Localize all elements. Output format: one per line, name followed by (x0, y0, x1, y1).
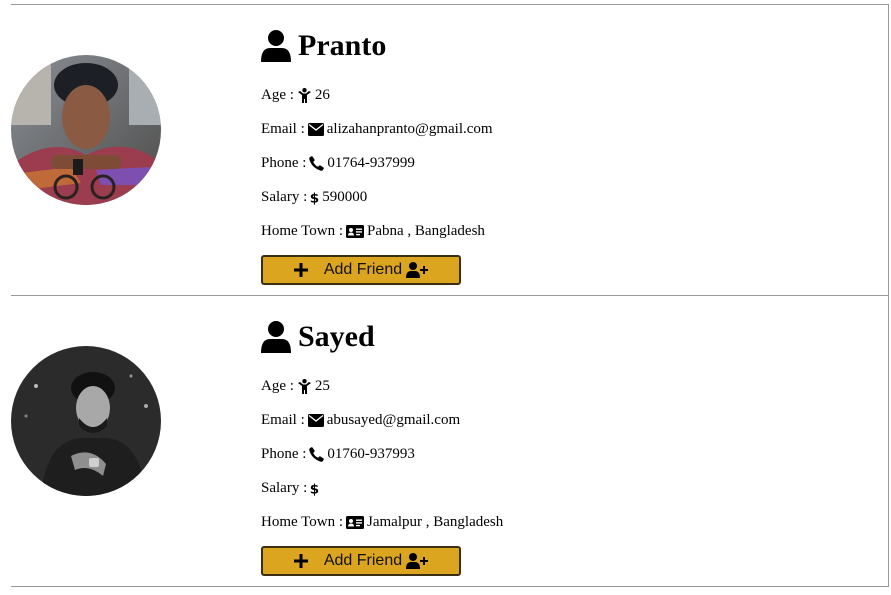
salary-label: Salary : (261, 479, 308, 496)
salary-value: 590000 (322, 188, 368, 205)
profile-name-row: Sayed (261, 320, 375, 354)
plus-icon (293, 554, 308, 568)
age-label: Age : (261, 86, 294, 103)
profile-card: Pranto Age : 26 Email : alizahanpranto@g… (11, 4, 889, 296)
id-card-icon (346, 224, 365, 238)
hometown-label: Home Town : (261, 513, 344, 530)
avatar (11, 346, 161, 496)
hometown-label: Home Town : (261, 222, 344, 239)
envelope-icon (307, 413, 324, 427)
dollar-icon: $ (310, 481, 319, 496)
phone-label: Phone : (261, 154, 307, 171)
svg-text:$: $ (310, 190, 319, 205)
phone-field: Phone : 01760-937993 (261, 444, 415, 464)
user-plus-icon (406, 553, 429, 569)
hometown-field: Home Town : Pabna , Bangladesh (261, 221, 485, 241)
age-field: Age : 25 (261, 376, 330, 396)
email-value: abusayed@gmail.com (326, 411, 461, 428)
phone-label: Phone : (261, 445, 307, 462)
svg-text:$: $ (310, 481, 319, 496)
salary-field: Salary : $ (261, 478, 322, 498)
user-icon (261, 30, 291, 62)
dollar-icon: $ (310, 190, 319, 205)
hometown-value: Jamalpur , Bangladesh (367, 513, 504, 530)
profile-card: Sayed Age : 25 Email : abusayed@gmail.co… (11, 295, 889, 587)
phone-icon (309, 446, 325, 462)
age-value: 25 (314, 377, 330, 394)
child-icon (297, 87, 311, 103)
id-card-icon (346, 515, 365, 529)
child-icon (297, 378, 311, 394)
user-icon (261, 321, 291, 353)
phone-value: 01760-937993 (327, 445, 415, 462)
phone-value: 01764-937999 (327, 154, 415, 171)
email-label: Email : (261, 120, 305, 137)
hometown-field: Home Town : Jamalpur , Bangladesh (261, 512, 503, 532)
email-label: Email : (261, 411, 305, 428)
phone-icon (309, 155, 325, 171)
add-friend-label: Add Friend (323, 552, 403, 569)
salary-field: Salary : $ 590000 (261, 187, 367, 207)
age-field: Age : 26 (261, 85, 330, 105)
add-friend-button[interactable]: Add Friend (261, 255, 461, 285)
email-field: Email : alizahanpranto@gmail.com (261, 119, 493, 139)
age-label: Age : (261, 377, 294, 394)
avatar (11, 55, 161, 205)
email-field: Email : abusayed@gmail.com (261, 410, 460, 430)
phone-field: Phone : 01764-937999 (261, 153, 415, 173)
profile-name-row: Pranto (261, 29, 386, 63)
age-value: 26 (314, 86, 330, 103)
profile-name: Pranto (298, 29, 387, 62)
envelope-icon (307, 122, 324, 136)
plus-icon (293, 263, 308, 277)
salary-label: Salary : (261, 188, 308, 205)
add-friend-label: Add Friend (323, 261, 403, 278)
user-plus-icon (406, 262, 429, 278)
profile-name: Sayed (298, 320, 375, 353)
add-friend-button[interactable]: Add Friend (261, 546, 461, 576)
email-value: alizahanpranto@gmail.com (326, 120, 493, 137)
hometown-value: Pabna , Bangladesh (367, 222, 485, 239)
